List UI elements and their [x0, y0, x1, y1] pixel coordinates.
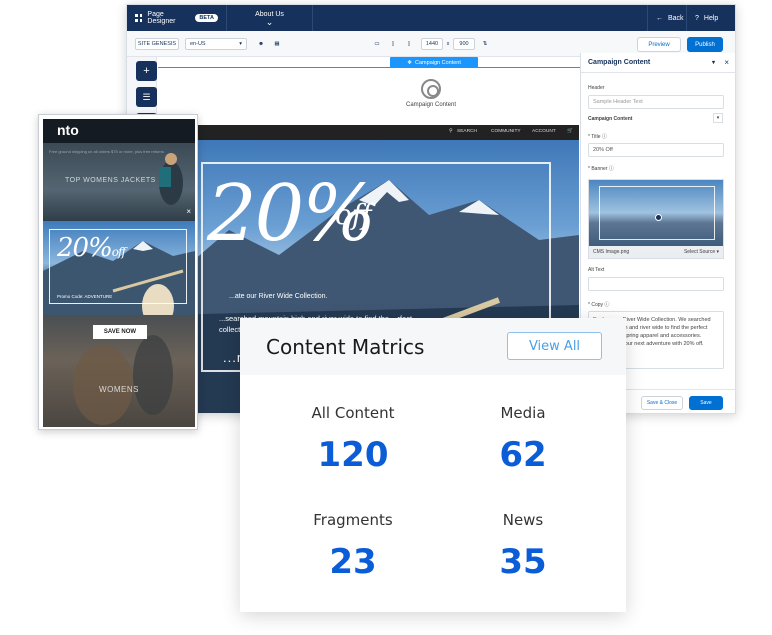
times-icon: x	[446, 41, 450, 47]
select-label: Campaign Content	[588, 116, 633, 122]
site-badge: SITE GENESIS	[135, 38, 179, 50]
mobile-preview: nto Free ground shipping on all orders $…	[38, 114, 198, 430]
app-title: Page Designer	[147, 11, 176, 25]
select-source-link[interactable]: Select Source ▾	[684, 249, 719, 255]
site-nav: nal ⚲ SEARCH COMMUNITY ACCOUNT 🛒	[159, 125, 579, 140]
nav-community[interactable]: COMMUNITY	[491, 129, 521, 134]
swap-icon[interactable]: ⇅	[479, 38, 491, 50]
preview-button[interactable]: Preview	[637, 37, 681, 52]
caret-down-icon[interactable]: ▾	[713, 113, 723, 123]
header-label: Header	[588, 85, 605, 91]
hero-off: off	[335, 198, 372, 231]
publish-button[interactable]: Publish	[687, 37, 723, 52]
mobile-discount: 20%off	[57, 233, 126, 263]
height-input[interactable]: 900	[453, 38, 475, 50]
add-component-button[interactable]: +	[136, 61, 157, 81]
hero-subtitle: ...ate our River Wide Collection.	[229, 293, 328, 300]
component-icon: ❖	[407, 59, 413, 66]
locale-value: en-US	[190, 41, 206, 47]
metric-label-all-content: All Content	[311, 404, 395, 422]
banner-crop-frame[interactable]	[599, 186, 715, 240]
metric-label-media: Media	[500, 404, 546, 422]
chevron-down-icon: ⌄	[265, 16, 274, 27]
title-input[interactable]: 20% Off	[588, 143, 724, 157]
component-title: Campaign Content	[405, 102, 457, 108]
image-name: CMS Image.png	[593, 249, 630, 255]
caret-down-icon[interactable]: ▾	[712, 59, 715, 66]
caret-down-icon: ▾	[239, 41, 242, 47]
users-icon[interactable]: ☻	[255, 38, 267, 50]
metric-value-media: 62	[499, 435, 547, 475]
region-label-text: Campaign Content	[415, 59, 461, 66]
grid-icon	[135, 14, 143, 22]
content-metrics-card: Content Matrics View All All Content 120…	[240, 318, 626, 612]
title-label: * Title ⓘ	[588, 134, 607, 140]
help-button[interactable]: ? Help	[687, 5, 735, 31]
save-now-button[interactable]: SAVE NOW	[93, 325, 147, 339]
region-label[interactable]: ❖ Campaign Content	[390, 57, 478, 68]
mobile-logo: nto	[43, 119, 195, 143]
list-icon: ☰	[142, 91, 151, 102]
page-selector[interactable]: About Us ⌄	[227, 5, 313, 31]
alt-text-label: Alt Text	[588, 267, 605, 273]
metric-label-fragments: Fragments	[313, 511, 393, 529]
metric-value-news: 35	[499, 542, 547, 582]
arrow-left-icon: ←	[656, 14, 663, 22]
top-bar: Page Designer BETA About Us ⌄ ← Back ? H…	[127, 5, 735, 31]
calendar-icon[interactable]: ▦	[271, 38, 283, 50]
width-input[interactable]: 1440	[421, 38, 443, 50]
view-all-button[interactable]: View All	[507, 332, 602, 360]
beta-badge: BETA	[195, 14, 218, 22]
mobile-screen: nto Free ground shipping on all orders $…	[43, 119, 195, 427]
help-label: Help	[703, 14, 719, 22]
info-icon: ⓘ	[601, 134, 607, 140]
tablet-icon[interactable]: ▯	[387, 38, 399, 50]
region-outline	[158, 67, 580, 68]
copy-label: * Copy ⓘ	[588, 302, 610, 308]
promo-code: Promo Code: ADVENTURE	[57, 294, 113, 299]
back-button[interactable]: ← Back	[647, 5, 687, 31]
alt-text-input[interactable]	[588, 277, 724, 291]
metric-label-news: News	[502, 511, 544, 529]
app-title-segment: Page Designer BETA	[127, 5, 227, 31]
phone-icon[interactable]: ▯	[403, 38, 415, 50]
card-header: Content Matrics View All	[240, 318, 626, 375]
mobile-jackets-section: Free ground shipping on all orders $75 o…	[43, 143, 195, 221]
mobile-women-section: SAVE NOW WOMENS	[43, 315, 195, 427]
locale-select[interactable]: en-US ▾	[185, 38, 247, 50]
close-icon[interactable]: ×	[724, 58, 729, 67]
banner-label: * Banner ⓘ	[588, 166, 614, 172]
back-label: Back	[668, 14, 684, 22]
save-button[interactable]: Save	[689, 396, 723, 410]
help-icon: ?	[695, 14, 699, 22]
header-input[interactable]: Sample Header Text	[588, 95, 724, 109]
search-icon[interactable]: ⚲	[449, 129, 453, 134]
nav-search[interactable]: SEARCH	[457, 129, 477, 134]
image-caption: CMS Image.png Select Source ▾	[589, 246, 723, 258]
info-icon: ⓘ	[608, 166, 614, 172]
card-title: Content Matrics	[266, 335, 425, 359]
jackets-heading: TOP WOMENS JACKETS	[65, 177, 156, 184]
close-icon[interactable]: ×	[186, 207, 191, 216]
panel-header: Campaign Content ▾ ×	[581, 53, 735, 73]
metric-value-fragments: 23	[329, 542, 377, 582]
banner-image[interactable]: CMS Image.png Select Source ▾	[588, 179, 724, 259]
womens-heading: WOMENS	[99, 385, 139, 394]
info-icon: ⓘ	[604, 302, 610, 308]
metric-value-all-content: 120	[317, 435, 389, 475]
save-close-button[interactable]: Save & Close	[641, 396, 683, 410]
plus-icon: +	[143, 65, 150, 77]
mobile-promo-banner: 20%off Promo Code: ADVENTURE	[43, 221, 195, 315]
panel-title: Campaign Content	[588, 59, 651, 66]
nav-account[interactable]: ACCOUNT	[532, 129, 556, 134]
target-icon	[421, 79, 441, 99]
structure-button[interactable]: ☰	[136, 87, 157, 107]
focal-point-handle[interactable]	[655, 214, 662, 221]
desktop-icon[interactable]: ▭	[371, 38, 383, 50]
cart-icon[interactable]: 🛒	[567, 129, 573, 134]
